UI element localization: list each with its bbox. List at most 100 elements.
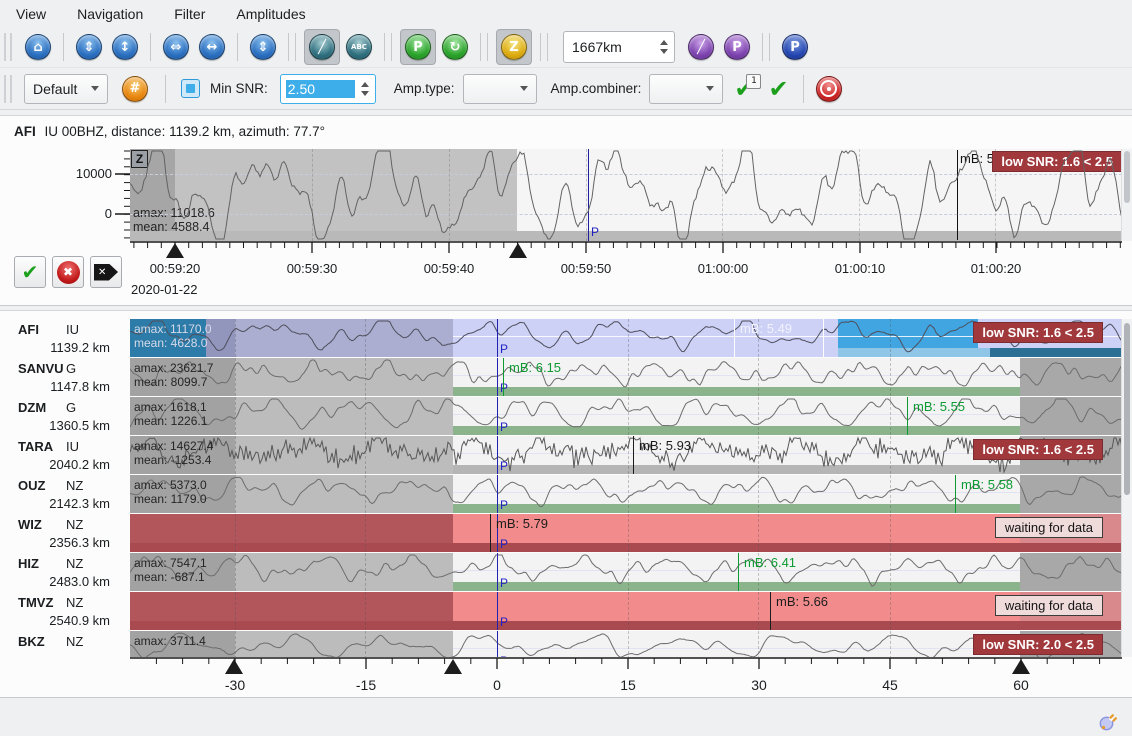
- station-row[interactable]: OUZNZ2142.3 kmPmB: 5.58amax: 5373.0mean:…: [0, 475, 1132, 513]
- magnitude-target-button[interactable]: [816, 76, 842, 102]
- distance-range-spinbox[interactable]: 1667km: [563, 31, 675, 63]
- collapse-horizontal-button[interactable]: ↔: [199, 34, 225, 60]
- purple-measure-button[interactable]: ╱: [688, 34, 714, 60]
- confirm-amplitudes-button[interactable]: ✔: [768, 77, 788, 101]
- amplitude-marker[interactable]: [734, 319, 735, 357]
- p-phase-marker[interactable]: [497, 436, 498, 474]
- time-window-handle[interactable]: [444, 659, 462, 674]
- skip-trace-button[interactable]: ✕: [90, 256, 122, 288]
- station-row[interactable]: WIZNZ2356.3 kmPmB: 5.79waiting for data: [0, 514, 1132, 552]
- station-row[interactable]: HIZNZ2483.0 kmPmB: 6.41amax: 7547.1mean:…: [0, 553, 1132, 591]
- amp-combiner-combobox[interactable]: [649, 74, 723, 104]
- p-phase-marker[interactable]: [497, 592, 498, 630]
- min-snr-spinbox[interactable]: 2.50: [280, 74, 376, 104]
- spin-up-icon[interactable]: [361, 82, 369, 87]
- amax-label: amax: 11170.0: [134, 322, 212, 336]
- p-phase-marker[interactable]: [497, 475, 498, 513]
- purple-picks-button[interactable]: P: [724, 34, 750, 60]
- grid-line-vertical: [890, 514, 891, 552]
- station-trace[interactable]: PmB: 6.15amax: 23621.7mean: 8099.7: [130, 358, 1122, 396]
- expand-horizontal-button[interactable]: ⇔: [163, 34, 189, 60]
- collapse-vertical-button[interactable]: ↕: [112, 34, 138, 60]
- scrollbar-handle[interactable]: [1124, 151, 1130, 203]
- spin-down-icon[interactable]: [361, 91, 369, 96]
- spin-arrows[interactable]: [355, 82, 375, 96]
- station-row[interactable]: DZMG1360.5 kmPmB: 5.55amax: 1618.1mean: …: [0, 397, 1132, 435]
- menu-view[interactable]: View: [10, 4, 52, 24]
- component-z-button[interactable]: Z: [501, 34, 527, 60]
- toolbar-handle[interactable]: [4, 75, 12, 103]
- amplitude-marker[interactable]: [633, 436, 634, 474]
- p-phase-marker[interactable]: [497, 397, 498, 435]
- station-row[interactable]: TARAIU2040.2 kmPmB: 5.93amax: 14627.4mea…: [0, 436, 1132, 474]
- hash-button[interactable]: #: [122, 76, 148, 102]
- scale-amplitudes-button[interactable]: ⇕: [250, 34, 276, 60]
- profile-combobox[interactable]: Default: [24, 74, 108, 104]
- station-code: AFI: [18, 322, 39, 337]
- p-phase-marker[interactable]: [497, 358, 498, 396]
- active-trace-plot[interactable]: P mB: 5.4 low SNR: 1.6 < 2.5 Z amax: 110…: [130, 149, 1122, 241]
- min-snr-checkbox[interactable]: [181, 79, 200, 98]
- menu-amplitudes[interactable]: Amplitudes: [230, 4, 311, 24]
- time-window-handle[interactable]: [509, 243, 527, 258]
- expand-vertical-button[interactable]: ⇕: [76, 34, 102, 60]
- station-row-header[interactable]: OUZNZ2142.3 km: [0, 475, 130, 513]
- spin-up-icon[interactable]: [660, 40, 668, 45]
- show-picks-button[interactable]: P: [405, 34, 431, 60]
- station-row-header[interactable]: SANVUG1147.8 km: [0, 358, 130, 396]
- station-trace[interactable]: PmB: 5.66waiting for data: [130, 592, 1122, 630]
- station-row-header[interactable]: BKZNZ: [0, 631, 130, 657]
- station-row[interactable]: SANVUG1147.8 kmPmB: 6.15amax: 23621.7mea…: [0, 358, 1132, 396]
- amplitude-marker[interactable]: [955, 475, 956, 513]
- amplitude-marker[interactable]: [490, 514, 491, 552]
- trace-scrollbar[interactable]: [1121, 149, 1132, 241]
- amplitude-window-marker[interactable]: [823, 319, 824, 357]
- menu-navigation[interactable]: Navigation: [71, 4, 149, 24]
- station-trace[interactable]: PmB: 5.55amax: 1618.1mean: 1226.1: [130, 397, 1122, 435]
- amplitude-marker[interactable]: [503, 358, 504, 396]
- station-row-header[interactable]: DZMG1360.5 km: [0, 397, 130, 435]
- station-row[interactable]: AFIIU1139.2 kmPmB: 5.49amax: 11170.0mean…: [0, 319, 1132, 357]
- station-trace[interactable]: PmB: 5.49amax: 11170.0mean: 4628.0low SN…: [130, 319, 1122, 357]
- mean-label: mean: 4628.0: [134, 336, 207, 350]
- compute-amplitudes-button[interactable]: P: [782, 34, 808, 60]
- station-row-header[interactable]: HIZNZ2483.0 km: [0, 553, 130, 591]
- repick-button[interactable]: ↻: [442, 34, 468, 60]
- time-window-handle[interactable]: [1012, 659, 1030, 674]
- amplitude-marker[interactable]: [907, 397, 908, 435]
- station-row-header[interactable]: WIZNZ2356.3 km: [0, 514, 130, 552]
- time-window-handle[interactable]: [225, 659, 243, 674]
- connection-plug-icon[interactable]: [1098, 712, 1118, 732]
- station-row[interactable]: TMVZNZ2540.9 kmPmB: 5.66waiting for data: [0, 592, 1132, 630]
- measure-tool-button[interactable]: ╱: [309, 34, 335, 60]
- apply-amplitudes-button[interactable]: ✔ 1: [734, 77, 754, 101]
- p-phase-marker[interactable]: [497, 553, 498, 591]
- reject-trace-button[interactable]: ✖: [52, 256, 84, 288]
- time-window-handle[interactable]: [166, 243, 184, 258]
- station-trace[interactable]: PmB: 5.79waiting for data: [130, 514, 1122, 552]
- home-button[interactable]: ⌂: [25, 34, 51, 60]
- amplitude-marker[interactable]: [770, 592, 771, 630]
- offset-axis[interactable]: [0, 655, 1132, 679]
- station-row-header[interactable]: TMVZNZ2540.9 km: [0, 592, 130, 630]
- p-phase-marker[interactable]: [497, 631, 498, 657]
- spin-down-icon[interactable]: [660, 49, 668, 54]
- station-row-header[interactable]: TARAIU2040.2 km: [0, 436, 130, 474]
- list-scrollbar[interactable]: [1121, 319, 1132, 657]
- station-row[interactable]: BKZNZPamax: 3711.4low SNR: 2.0 < 2.5: [0, 631, 1132, 657]
- amp-type-combobox[interactable]: [463, 74, 537, 104]
- scrollbar-handle[interactable]: [1124, 323, 1130, 495]
- station-trace[interactable]: PmB: 5.58amax: 5373.0mean: 1179.0: [130, 475, 1122, 513]
- time-axis[interactable]: [0, 239, 1132, 261]
- station-labels-button[interactable]: ABC: [346, 34, 372, 60]
- amp-axis-ticks: [114, 149, 130, 243]
- amplitude-marker[interactable]: [738, 553, 739, 591]
- accept-trace-button[interactable]: ✔: [14, 256, 46, 288]
- station-trace[interactable]: Pamax: 3711.4low SNR: 2.0 < 2.5: [130, 631, 1122, 657]
- station-row-header[interactable]: AFIIU1139.2 km: [0, 319, 130, 357]
- station-trace[interactable]: PmB: 5.93amax: 14627.4mean: -1253.4low S…: [130, 436, 1122, 474]
- menu-filter[interactable]: Filter: [168, 4, 211, 24]
- station-trace[interactable]: PmB: 6.41amax: 7547.1mean: -687.1: [130, 553, 1122, 591]
- spin-arrows[interactable]: [654, 40, 674, 54]
- p-phase-marker[interactable]: [497, 319, 498, 357]
